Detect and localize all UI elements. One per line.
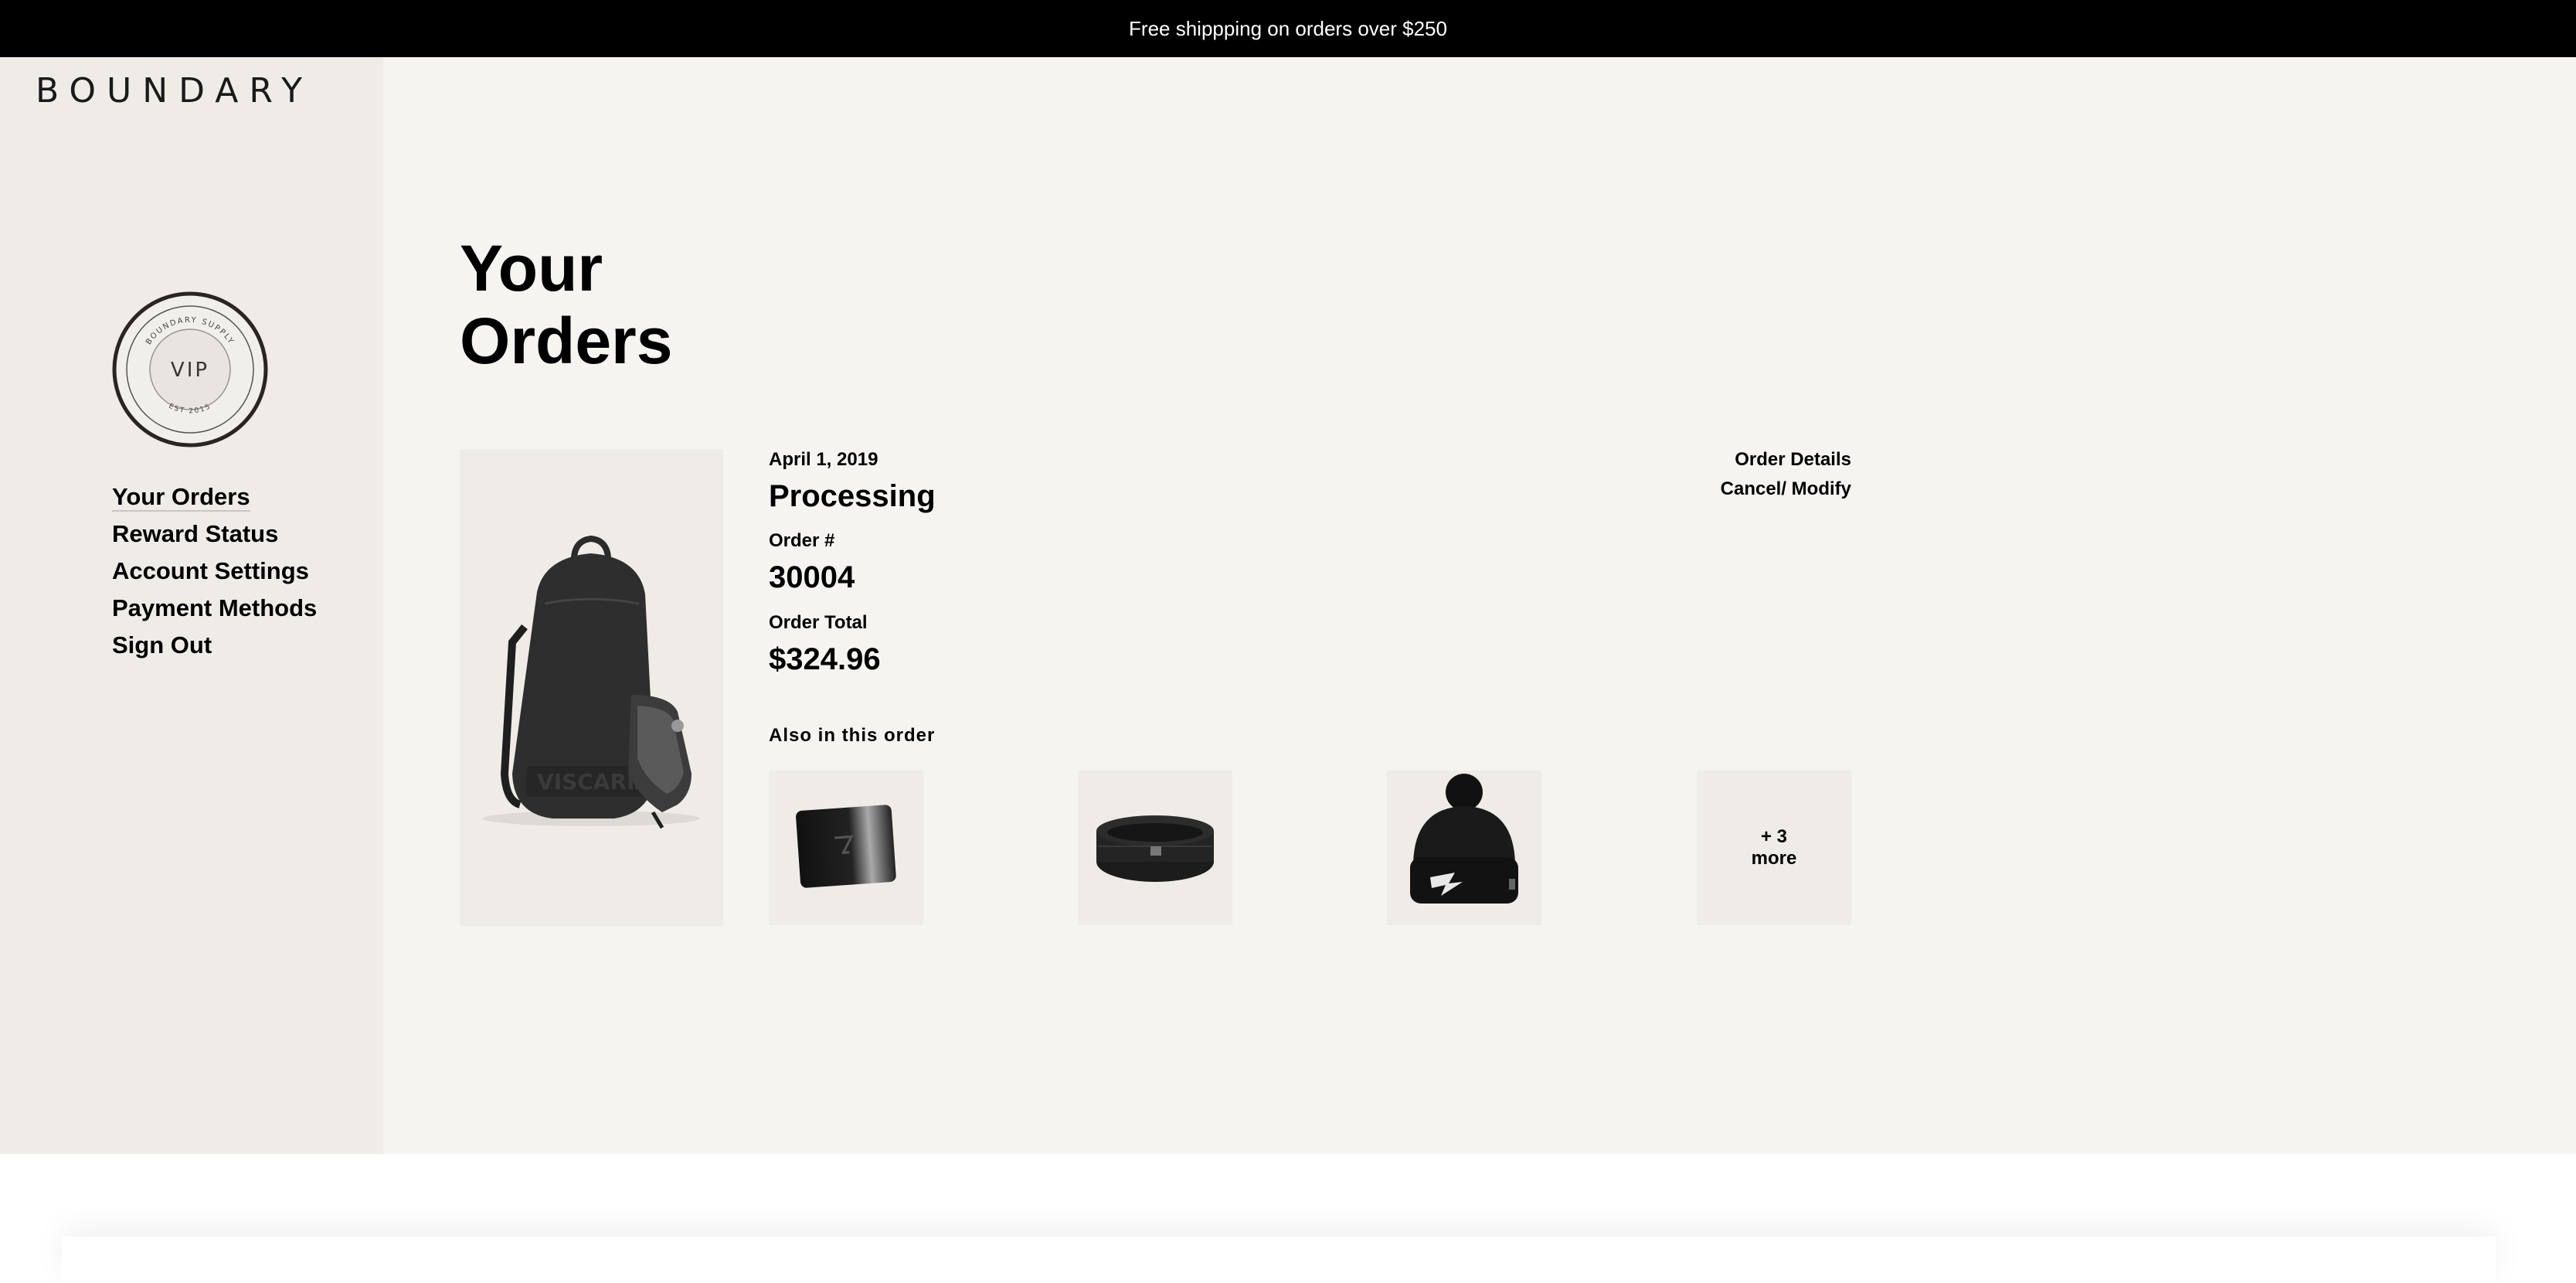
page-title: Your Orders [460, 232, 673, 377]
announcement-text: Free shippping on orders over $250 [1129, 16, 1447, 40]
order-total-label: Order Total [769, 612, 868, 633]
beanie-icon [1410, 774, 1518, 904]
also-in-order-label: Also in this order [769, 725, 936, 746]
vip-badge: BOUNDARY SUPPLY EST 2015 VIP [112, 291, 268, 448]
cancel-modify-link[interactable]: Cancel/ Modify [1545, 478, 1851, 508]
order-item-thumb[interactable] [1078, 771, 1232, 925]
order-details-link[interactable]: Order Details [1545, 449, 1851, 478]
account-nav: Your Orders Reward Status Account Settin… [112, 478, 317, 664]
order-status: Processing [769, 479, 936, 513]
order-actions: Order Details Cancel/ Modify [1545, 449, 1851, 508]
order-item-thumb[interactable] [1387, 771, 1541, 925]
order-number-label: Order # [769, 530, 835, 551]
nav-reward-status[interactable]: Reward Status [112, 516, 317, 553]
footer-edge [62, 1237, 2496, 1283]
order-date: April 1, 2019 [769, 449, 878, 470]
announcement-bar: Free shippping on orders over $250 [0, 0, 2576, 57]
gift-card-icon [796, 805, 896, 888]
headband-icon [1096, 815, 1214, 882]
order-item-thumb[interactable] [769, 771, 923, 925]
vip-text: VIP [171, 359, 209, 382]
nav-sign-out[interactable]: Sign Out [112, 627, 317, 664]
nav-your-orders[interactable]: Your Orders [112, 478, 317, 516]
order-number: 30004 [769, 560, 855, 594]
backpack-icon: VISCARIA [483, 535, 699, 829]
nav-payment-methods[interactable]: Payment Methods [112, 590, 317, 627]
brand-logo[interactable]: BOUNDARY [36, 71, 313, 111]
order-main-product-image[interactable]: VISCARIA [460, 449, 723, 926]
order-total: $324.96 [769, 642, 881, 676]
sidebar: BOUNDARY BOUNDARY SUPPLY EST 2015 VIP Yo… [0, 57, 383, 1154]
more-items-label: + 3 more [1751, 826, 1797, 869]
nav-account-settings[interactable]: Account Settings [112, 553, 317, 590]
more-items-button[interactable]: + 3 more [1697, 771, 1851, 925]
